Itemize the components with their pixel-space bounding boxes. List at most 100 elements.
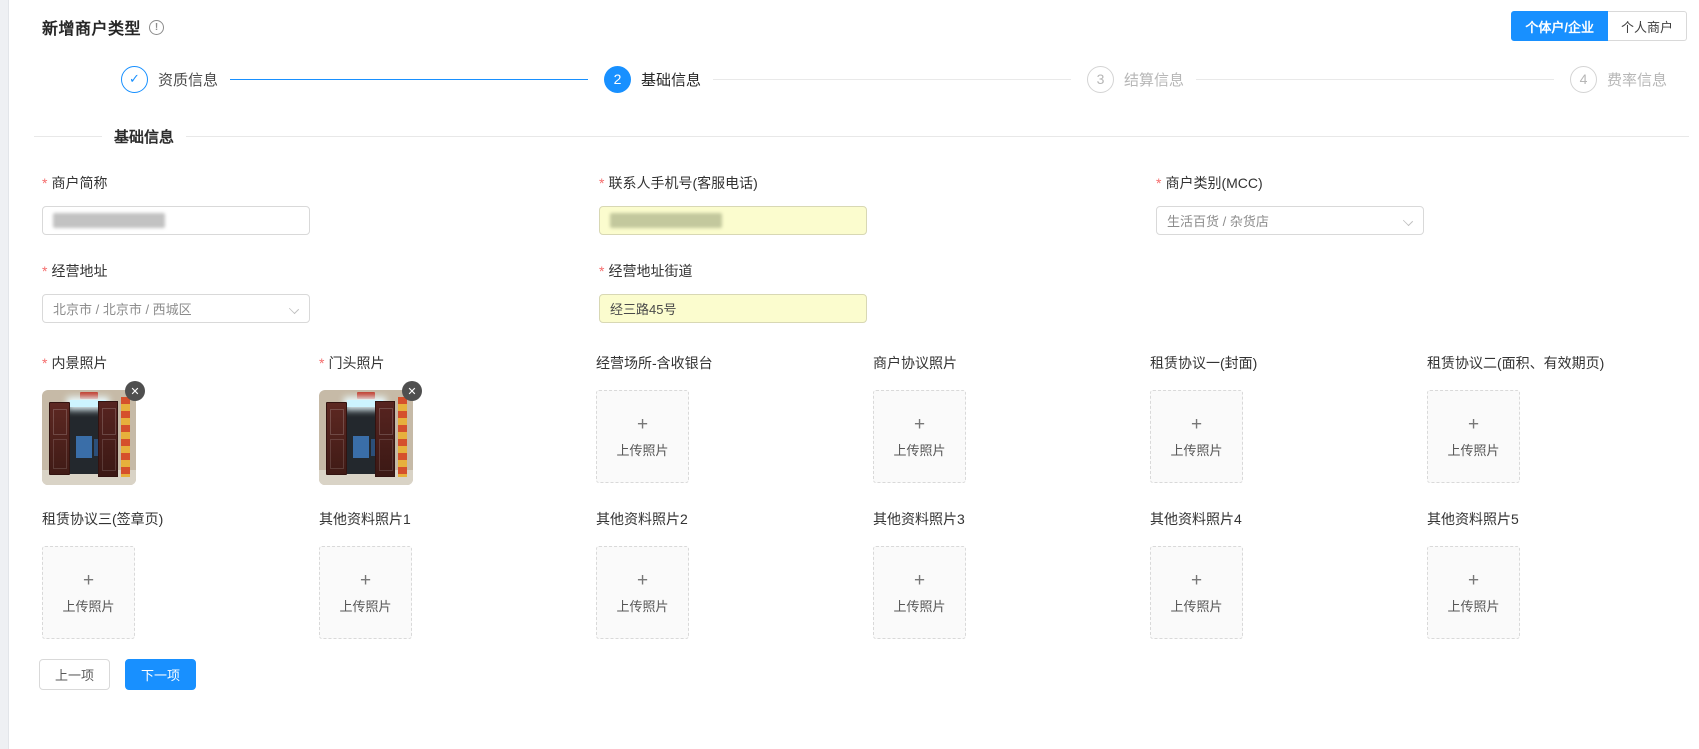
form-footer: 上一项 下一项 bbox=[9, 659, 1699, 690]
upload-button-label: 上传照片 bbox=[1170, 440, 1222, 459]
section-title: 基础信息 bbox=[102, 126, 186, 147]
step-label: 费率信息 bbox=[1607, 69, 1667, 90]
upload-photo-button[interactable]: + 上传照片 bbox=[1427, 546, 1520, 639]
add-merchant-page: 新增商户类型 ! 个体户/企业 个人商户 ✓ 资质信息 2 基础信息 3 结算信… bbox=[8, 0, 1699, 749]
check-icon: ✓ bbox=[121, 66, 148, 93]
upload-other-5: 其他资料照片5 + 上传照片 bbox=[1427, 509, 1699, 639]
field-address-street: 经营地址街道 经三路45号 bbox=[599, 261, 1156, 323]
address-cascader-value: 北京市 / 北京市 / 西城区 bbox=[53, 299, 192, 318]
upload-photo-button[interactable]: + 上传照片 bbox=[1150, 390, 1243, 483]
plus-icon: + bbox=[1191, 415, 1202, 434]
upload-photo-button[interactable]: + 上传照片 bbox=[596, 390, 689, 483]
field-business-address: 经营地址 北京市 / 北京市 / 西城区 bbox=[42, 261, 599, 323]
upload-label: 其他资料照片2 bbox=[596, 509, 873, 529]
contact-phone-input[interactable] bbox=[599, 206, 867, 235]
plus-icon: + bbox=[914, 415, 925, 434]
upload-label: 经营场所-含收银台 bbox=[596, 353, 873, 373]
stepper: ✓ 资质信息 2 基础信息 3 结算信息 4 费率信息 bbox=[121, 64, 1679, 94]
upload-photo-button[interactable]: + 上传照片 bbox=[1150, 546, 1243, 639]
upload-label: 其他资料照片5 bbox=[1427, 509, 1699, 529]
storefront-photo-thumbnail[interactable] bbox=[319, 390, 413, 485]
upload-label: 商户协议照片 bbox=[873, 353, 1150, 373]
field-label: 经营地址街道 bbox=[599, 261, 1156, 281]
next-button[interactable]: 下一项 bbox=[125, 659, 196, 690]
masked-value bbox=[53, 213, 165, 228]
masked-value bbox=[610, 213, 722, 228]
street-input-value: 经三路45号 bbox=[610, 299, 676, 318]
step-label: 基础信息 bbox=[641, 69, 701, 90]
upload-label: 内景照片 bbox=[42, 353, 319, 373]
upload-other-3: 其他资料照片3 + 上传照片 bbox=[873, 509, 1150, 639]
upload-button-label: 上传照片 bbox=[1447, 440, 1499, 459]
field-label: 商户类别(MCC) bbox=[1156, 173, 1699, 193]
step-connector bbox=[230, 79, 588, 80]
previous-button[interactable]: 上一项 bbox=[39, 659, 110, 690]
step-rate-info[interactable]: 4 费率信息 bbox=[1570, 66, 1679, 93]
upload-other-4: 其他资料照片4 + 上传照片 bbox=[1150, 509, 1427, 639]
upload-interior-photo: 内景照片 ✕ bbox=[42, 353, 319, 485]
upload-button-label: 上传照片 bbox=[616, 596, 668, 615]
chevron-down-icon bbox=[1404, 217, 1412, 225]
address-cascader[interactable]: 北京市 / 北京市 / 西城区 bbox=[42, 294, 310, 323]
step-number: 4 bbox=[1570, 66, 1597, 93]
step-label: 结算信息 bbox=[1124, 69, 1184, 90]
upload-lease-2-area: 租赁协议二(面积、有效期页) + 上传照片 bbox=[1427, 353, 1699, 485]
field-label: 经营地址 bbox=[42, 261, 599, 281]
plus-icon: + bbox=[360, 571, 371, 590]
step-settlement-info[interactable]: 3 结算信息 bbox=[1087, 66, 1570, 93]
upload-storefront-photo: 门头照片 ✕ bbox=[319, 353, 596, 485]
plus-icon: + bbox=[637, 571, 648, 590]
upload-label: 租赁协议一(封面) bbox=[1150, 353, 1427, 373]
upload-merchant-agreement: 商户协议照片 + 上传照片 bbox=[873, 353, 1150, 485]
interior-photo-thumbnail[interactable] bbox=[42, 390, 136, 485]
upload-photo-button[interactable]: + 上传照片 bbox=[596, 546, 689, 639]
upload-photo-button[interactable]: + 上传照片 bbox=[319, 546, 412, 639]
step-connector bbox=[1196, 79, 1554, 80]
upload-button-label: 上传照片 bbox=[893, 440, 945, 459]
step-basic-info[interactable]: 2 基础信息 bbox=[604, 66, 1087, 93]
field-mcc: 商户类别(MCC) 生活百货 / 杂货店 bbox=[1156, 173, 1699, 235]
field-contact-phone: 联系人手机号(客服电话) bbox=[599, 173, 1156, 235]
upload-lease-1-cover: 租赁协议一(封面) + 上传照片 bbox=[1150, 353, 1427, 485]
upload-premises-cashier: 经营场所-含收银台 + 上传照片 bbox=[596, 353, 873, 485]
step-number: 3 bbox=[1087, 66, 1114, 93]
step-qualification[interactable]: ✓ 资质信息 bbox=[121, 66, 604, 93]
chevron-down-icon bbox=[290, 305, 298, 313]
upload-button-label: 上传照片 bbox=[616, 440, 668, 459]
upload-label: 其他资料照片4 bbox=[1150, 509, 1427, 529]
plus-icon: + bbox=[637, 415, 648, 434]
toggle-personal-merchant[interactable]: 个人商户 bbox=[1608, 11, 1687, 41]
plus-icon: + bbox=[1468, 415, 1479, 434]
field-label: 联系人手机号(客服电话) bbox=[599, 173, 1156, 193]
info-icon[interactable]: ! bbox=[149, 20, 164, 35]
upload-photo-button[interactable]: + 上传照片 bbox=[42, 546, 135, 639]
plus-icon: + bbox=[1191, 571, 1202, 590]
step-label: 资质信息 bbox=[158, 69, 218, 90]
section-divider: 基础信息 bbox=[9, 126, 1699, 147]
upload-grid-row2: 租赁协议三(签章页) + 上传照片 其他资料照片1 + 上传照片 其他资料照片2… bbox=[9, 509, 1699, 639]
upload-button-label: 上传照片 bbox=[339, 596, 391, 615]
upload-photo-button[interactable]: + 上传照片 bbox=[873, 546, 966, 639]
upload-lease-3-seal: 租赁协议三(签章页) + 上传照片 bbox=[42, 509, 319, 639]
step-number: 2 bbox=[604, 66, 631, 93]
upload-photo-button[interactable]: + 上传照片 bbox=[1427, 390, 1520, 483]
field-merchant-short-name: 商户简称 bbox=[42, 173, 599, 235]
toggle-individual-enterprise[interactable]: 个体户/企业 bbox=[1511, 11, 1608, 41]
upload-label: 门头照片 bbox=[319, 353, 596, 373]
plus-icon: + bbox=[914, 571, 925, 590]
mcc-select[interactable]: 生活百货 / 杂货店 bbox=[1156, 206, 1424, 235]
page-header: 新增商户类型 ! 个体户/企业 个人商户 bbox=[9, 0, 1699, 46]
merchant-short-name-input[interactable] bbox=[42, 206, 310, 235]
merchant-type-toggle: 个体户/企业 个人商户 bbox=[1511, 11, 1687, 41]
plus-icon: + bbox=[83, 571, 94, 590]
upload-button-label: 上传照片 bbox=[1447, 596, 1499, 615]
step-connector bbox=[713, 79, 1071, 80]
close-icon[interactable]: ✕ bbox=[402, 381, 422, 401]
close-icon[interactable]: ✕ bbox=[125, 381, 145, 401]
street-input[interactable]: 经三路45号 bbox=[599, 294, 867, 323]
upload-label: 其他资料照片1 bbox=[319, 509, 596, 529]
plus-icon: + bbox=[1468, 571, 1479, 590]
upload-photo-button[interactable]: + 上传照片 bbox=[873, 390, 966, 483]
upload-button-label: 上传照片 bbox=[1170, 596, 1222, 615]
field-label: 商户简称 bbox=[42, 173, 599, 193]
